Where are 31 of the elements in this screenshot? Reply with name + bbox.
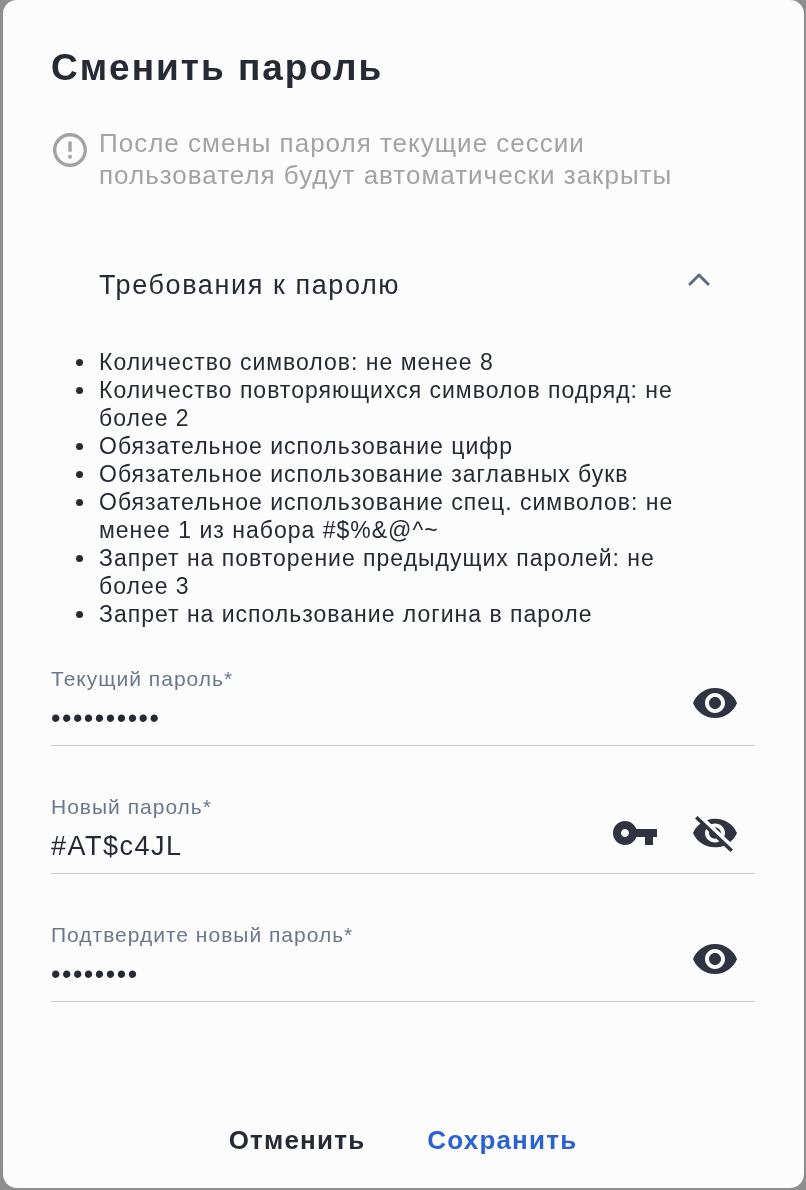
field-label: Текущий пароль*	[51, 667, 235, 691]
bullet-icon	[76, 443, 83, 450]
password-field[interactable]: #AT$c4JL	[51, 819, 613, 873]
password-field[interactable]: ••••••••••	[51, 691, 657, 745]
warning-icon	[53, 133, 87, 167]
field-label: Подтвердите новый пароль*	[51, 923, 355, 947]
dialog-title: Сменить пароль	[51, 47, 384, 88]
cancel-button[interactable]: Отменить	[228, 1120, 366, 1160]
requirement-text: Количество символов: не менее 8	[99, 348, 494, 376]
bullet-icon	[76, 359, 83, 366]
bullet-icon	[76, 555, 83, 562]
bullet-icon	[76, 499, 83, 506]
eye-icon[interactable]	[693, 944, 737, 974]
requirement-text: Обязательное использование цифр	[99, 432, 513, 460]
requirement-text: Запрет на повторение предыдущих паролей: не более 3	[99, 544, 656, 600]
requirement-text: Обязательное использование заглавных букв	[99, 460, 629, 488]
eye-icon[interactable]	[693, 688, 737, 718]
save-button[interactable]: Сохранить	[427, 1120, 578, 1160]
password-field[interactable]: ••••••••	[51, 947, 657, 1001]
requirement-text: Количество повторяющихся символов подряд: не более 2	[99, 376, 674, 432]
key-icon[interactable]	[613, 821, 657, 845]
chevron-up-icon	[688, 272, 710, 286]
requirement-text: Запрет на использование логина в пароле	[99, 600, 593, 628]
bullet-icon	[76, 611, 83, 618]
requirement-text: Обязательное использование спец. символов: не менее 1 из набора #$%&@^~	[99, 488, 675, 544]
notice-text: После смены пароля текущие сессии пользователя будут автоматически закрыты	[99, 127, 674, 191]
field-label: Новый пароль*	[51, 795, 213, 819]
accordion-header[interactable]: Требования к паролю	[51, 257, 755, 313]
eye-slash-icon[interactable]	[693, 816, 737, 852]
bullet-icon	[76, 471, 83, 478]
bullet-icon	[76, 387, 83, 394]
